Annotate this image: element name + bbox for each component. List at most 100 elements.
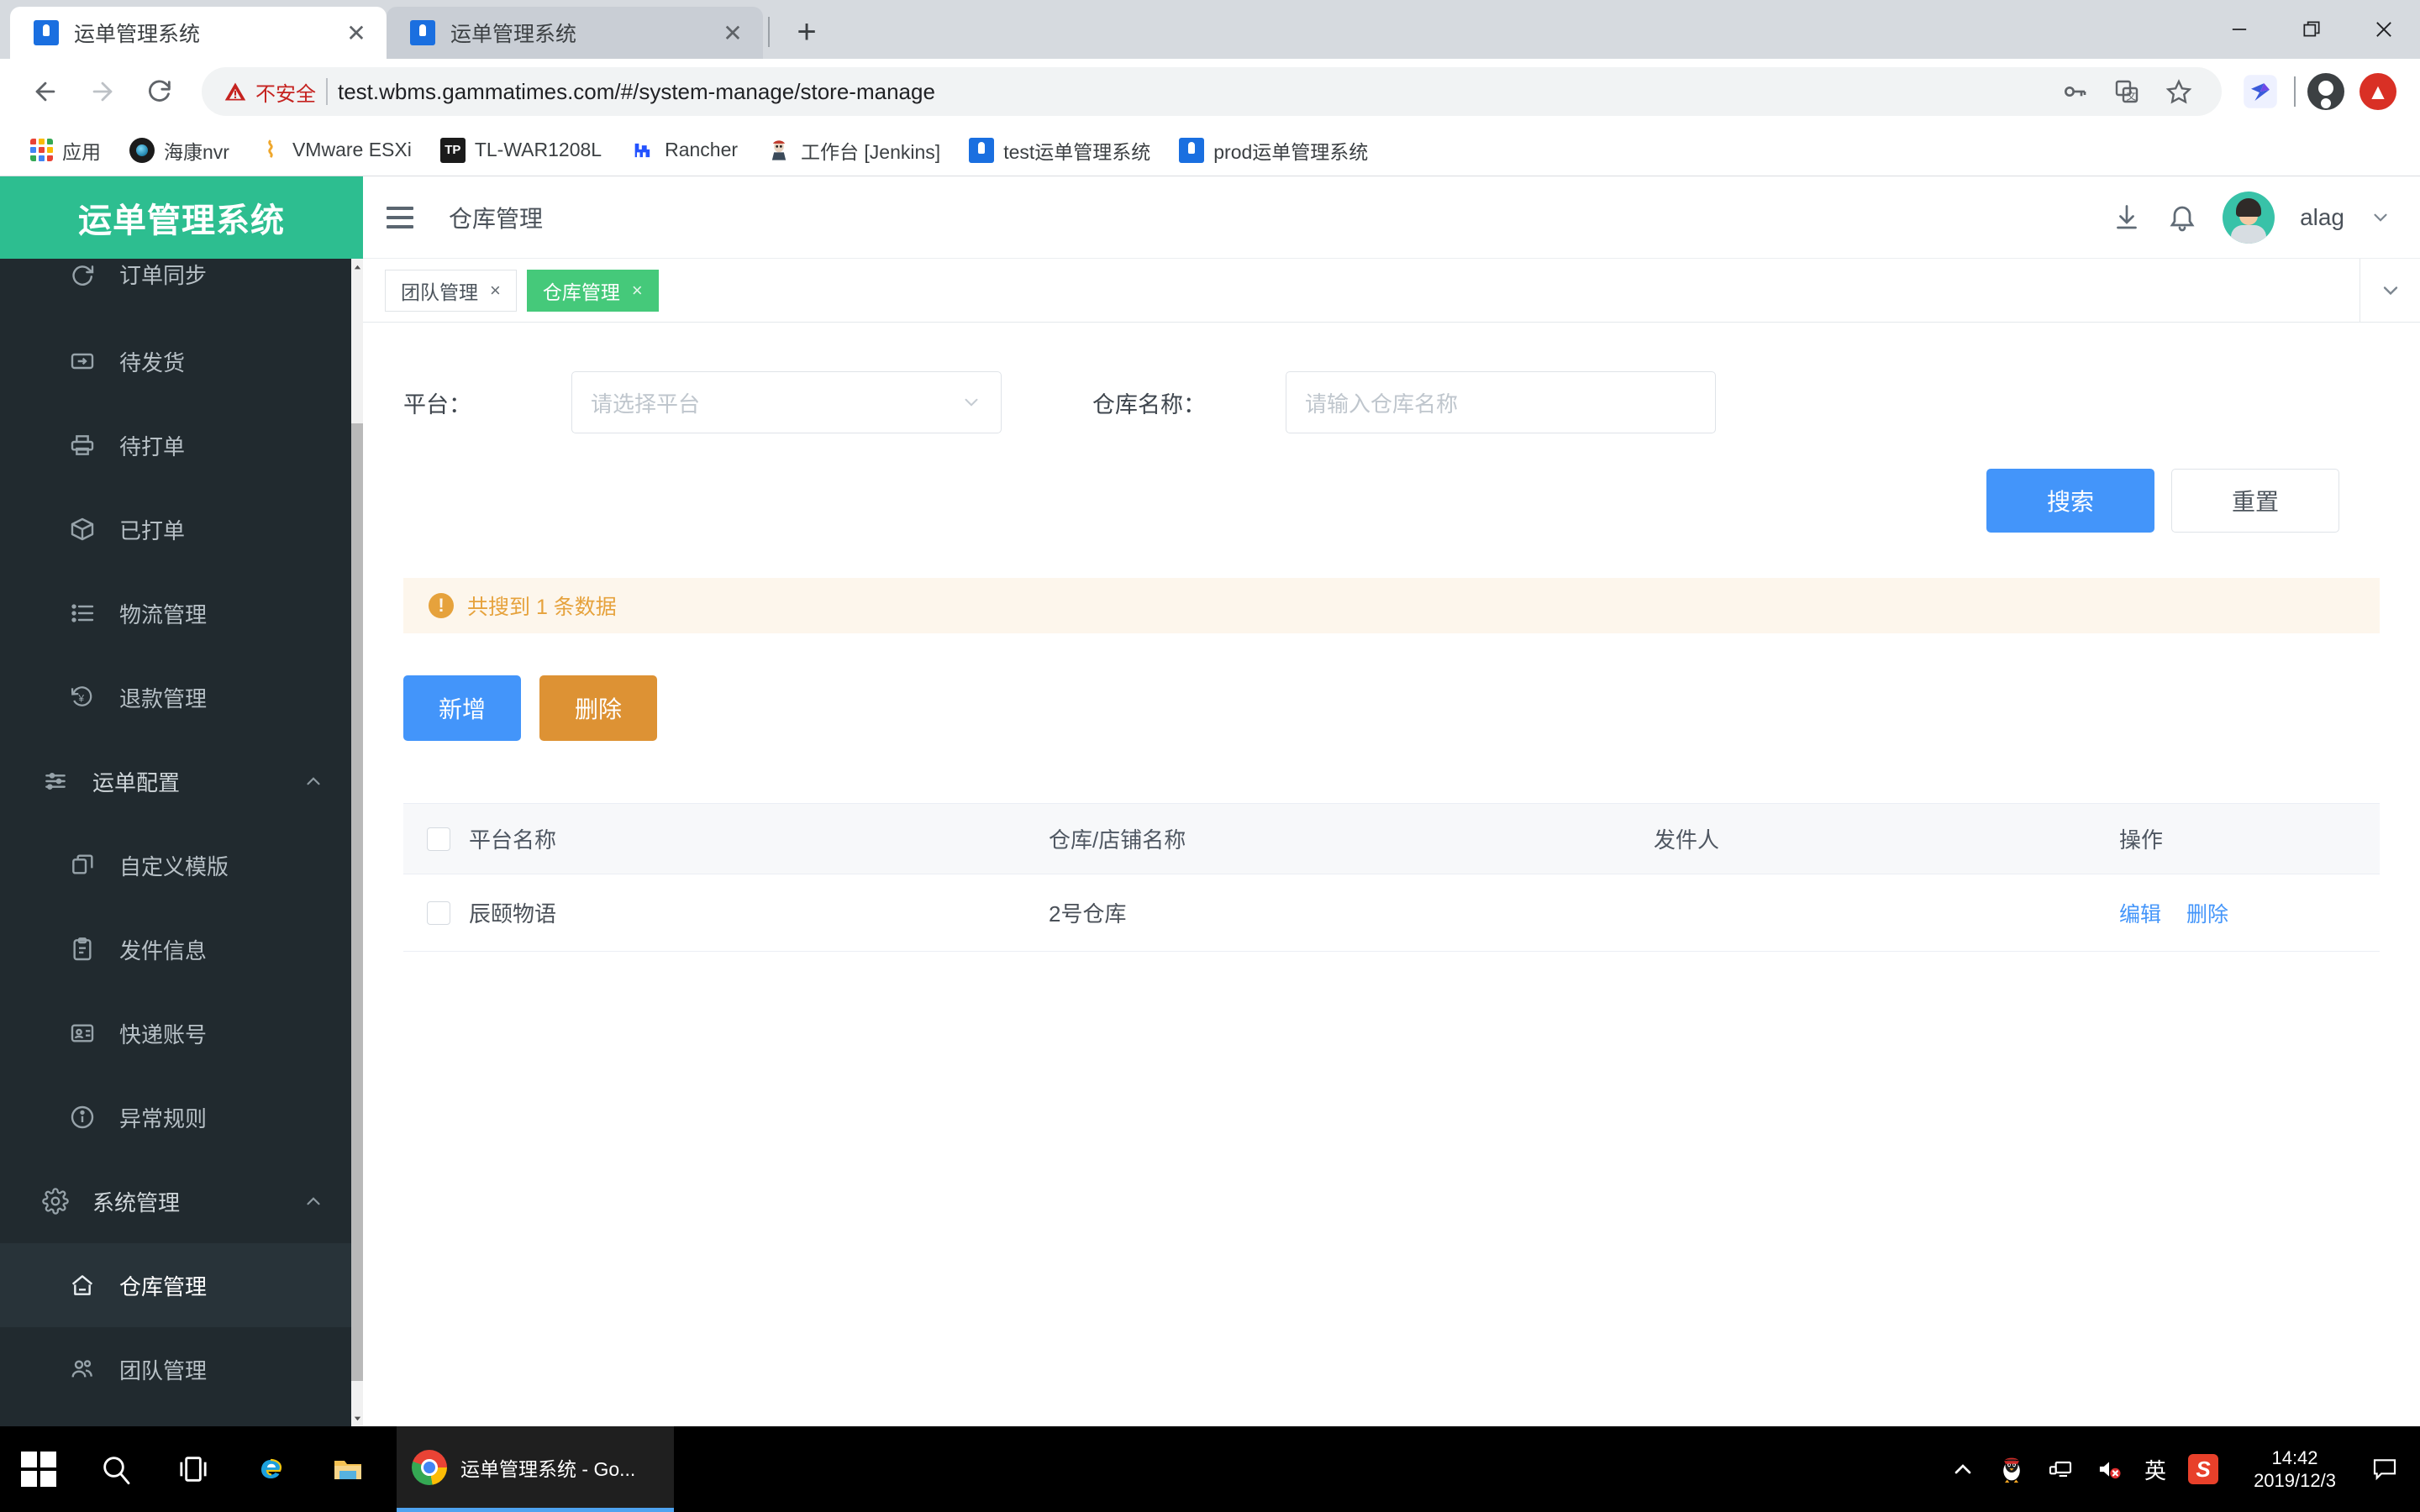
sidebar-item-label: 快递账号 <box>119 1021 208 1047</box>
qq-penguin-icon[interactable] <box>1998 1456 2025 1483</box>
new-tab-button[interactable]: + <box>783 8 830 55</box>
sidebar-item-label: 待打单 <box>119 433 186 459</box>
bookmark-test-system[interactable]: test运单管理系统 <box>957 131 1162 170</box>
chevron-down-icon[interactable] <box>2370 207 2391 228</box>
main-area: 仓库管理 alag 团队管理 × 仓库管理 × 平台： 请选择平台 仓库名称： … <box>363 176 2420 1426</box>
sidebar-item-team-manage[interactable]: 团队管理 <box>0 1327 363 1411</box>
bookmark-tplink[interactable]: TP TL-WAR1208L <box>429 133 613 168</box>
tab-close-icon[interactable]: ✕ <box>339 16 373 50</box>
profile-avatar-icon[interactable] <box>2302 68 2349 115</box>
explorer-icon[interactable] <box>309 1426 387 1512</box>
back-icon[interactable] <box>18 65 72 118</box>
tag-tab-team-manage[interactable]: 团队管理 × <box>385 269 517 312</box>
tag-tab-store-manage[interactable]: 仓库管理 × <box>526 269 659 312</box>
sidebar-item-refund[interactable]: ¥ 退款管理 <box>0 655 363 739</box>
network-icon[interactable] <box>2047 1456 2074 1483</box>
bookmarks-bar: 应用 海康nvr ⌇ VMware ESXi TP TL-WAR1208L Ra… <box>0 124 2420 176</box>
browser-tab-0[interactable]: 运单管理系统 ✕ <box>10 7 387 59</box>
row-checkbox[interactable] <box>403 900 469 925</box>
sidebar-item-label: 订单同步 <box>119 263 208 288</box>
sidebar-item-logistics[interactable]: 物流管理 <box>0 571 363 655</box>
table-row[interactable]: 辰颐物语 2号仓库 编辑 删除 <box>403 874 2380 952</box>
clock[interactable]: 14:42 2019/12/3 <box>2240 1446 2349 1493</box>
not-secure-indicator[interactable]: 不安全 <box>224 77 316 107</box>
scrollbar-up-arrow-icon[interactable] <box>351 259 363 276</box>
refund-icon: ¥ <box>66 680 99 714</box>
sidebar-item-printed[interactable]: 已打单 <box>0 487 363 571</box>
close-icon[interactable]: × <box>632 280 643 302</box>
platform-select[interactable]: 请选择平台 <box>571 371 1002 433</box>
bookmark-star-icon[interactable] <box>2158 71 2200 113</box>
action-center-icon[interactable] <box>2371 1456 2398 1483</box>
browser-tab-1[interactable]: 运单管理系统 ✕ <box>387 7 763 59</box>
sidebar-item-store-manage[interactable]: 仓库管理 <box>0 1243 363 1327</box>
close-window-button[interactable] <box>2348 0 2420 59</box>
sidebar-item-order-sync[interactable]: 订单同步 <box>0 259 363 319</box>
window-controls <box>2203 0 2420 59</box>
chevron-up-icon[interactable] <box>302 1190 324 1212</box>
password-key-icon[interactable] <box>2054 71 2096 113</box>
taskbar-app-label: 运单管理系统 - Go... <box>460 1457 636 1480</box>
ie-icon[interactable] <box>232 1426 309 1512</box>
reload-icon[interactable] <box>133 65 187 118</box>
sidebar-item-pending-ship[interactable]: 待发货 <box>0 319 363 403</box>
sidebar-group-waybill-config[interactable]: 运单配置 <box>0 739 363 823</box>
maximize-restore-button[interactable] <box>2275 0 2348 59</box>
sidebar-item-label: 异常规则 <box>119 1105 208 1131</box>
page-title: 仓库管理 <box>449 205 544 232</box>
download-icon[interactable] <box>2112 202 2142 233</box>
tab-title: 运单管理系统 <box>450 23 577 46</box>
minimize-button[interactable] <box>2203 0 2275 59</box>
bookmark-rancher[interactable]: Rancher <box>618 133 750 168</box>
avatar[interactable] <box>2223 191 2275 244</box>
forward-icon[interactable] <box>76 65 129 118</box>
tag-tab-label: 团队管理 <box>401 281 478 303</box>
tray-expand-icon[interactable] <box>1949 1456 1976 1483</box>
bookmark-apps[interactable]: 应用 <box>18 131 113 170</box>
taskbar-active-app[interactable]: 运单管理系统 - Go... <box>397 1426 674 1512</box>
search-icon[interactable] <box>77 1426 155 1512</box>
add-button[interactable]: 新增 <box>403 675 521 741</box>
sidebar-scrollbar-thumb[interactable] <box>351 423 363 1381</box>
sidebar-item-exception-rule[interactable]: 异常规则 <box>0 1075 363 1159</box>
tab-divider <box>768 17 770 47</box>
sidebar-item-pending-print[interactable]: 待打单 <box>0 403 363 487</box>
chevron-up-icon[interactable] <box>302 770 324 792</box>
extension-icon[interactable] <box>2237 68 2284 115</box>
notification-bell-icon[interactable] <box>2167 202 2197 233</box>
sidebar-item-label: 仓库管理 <box>119 1273 208 1299</box>
sidebar-scrollbar-track[interactable] <box>351 259 363 1426</box>
scrollbar-down-arrow-icon[interactable] <box>351 1410 363 1426</box>
system-tray: 英 S 14:42 2019/12/3 <box>1949 1446 2420 1493</box>
select-all-checkbox[interactable] <box>403 827 469 851</box>
bookmark-hikvision[interactable]: 海康nvr <box>118 131 241 170</box>
delete-link[interactable]: 删除 <box>2186 898 2228 928</box>
tab-close-icon[interactable]: ✕ <box>716 16 750 50</box>
tagbar-dropdown-icon[interactable] <box>2360 259 2420 322</box>
sogou-ime-icon[interactable]: S <box>2188 1454 2218 1484</box>
update-chrome-icon[interactable]: ▲ <box>2354 68 2402 115</box>
warehouse-name-input[interactable]: 请输入仓库名称 <box>1286 371 1716 433</box>
close-icon[interactable]: × <box>490 280 501 302</box>
delete-button[interactable]: 删除 <box>539 675 657 741</box>
address-bar[interactable]: 不安全 test.wbms.gammatimes.com/#/system-ma… <box>202 67 2222 116</box>
bookmark-jenkins[interactable]: 工作台 [Jenkins] <box>755 131 952 170</box>
volume-muted-icon[interactable] <box>2096 1456 2123 1483</box>
sidebar-item-sender-info[interactable]: 发件信息 <box>0 907 363 991</box>
reset-button[interactable]: 重置 <box>2171 469 2339 533</box>
start-button[interactable] <box>0 1426 77 1512</box>
bookmark-prod-system[interactable]: prod运单管理系统 <box>1167 131 1380 170</box>
menu-collapse-icon[interactable] <box>387 198 425 237</box>
edit-link[interactable]: 编辑 <box>2119 898 2161 928</box>
search-button[interactable]: 搜索 <box>1986 469 2154 533</box>
chevron-down-icon <box>960 391 982 413</box>
box-icon <box>66 512 99 546</box>
ime-language-indicator[interactable]: 英 <box>2144 1454 2166 1485</box>
translate-icon[interactable]: 文 <box>2106 71 2148 113</box>
sidebar-group-system-manage[interactable]: 系统管理 <box>0 1159 363 1243</box>
bookmark-vmware-esxi[interactable]: ⌇ VMware ESXi <box>246 133 424 168</box>
taskview-icon[interactable] <box>155 1426 232 1512</box>
bookmark-label: 应用 <box>62 140 101 163</box>
sidebar-item-express-account[interactable]: 快递账号 <box>0 991 363 1075</box>
sidebar-item-custom-template[interactable]: 自定义模版 <box>0 823 363 907</box>
